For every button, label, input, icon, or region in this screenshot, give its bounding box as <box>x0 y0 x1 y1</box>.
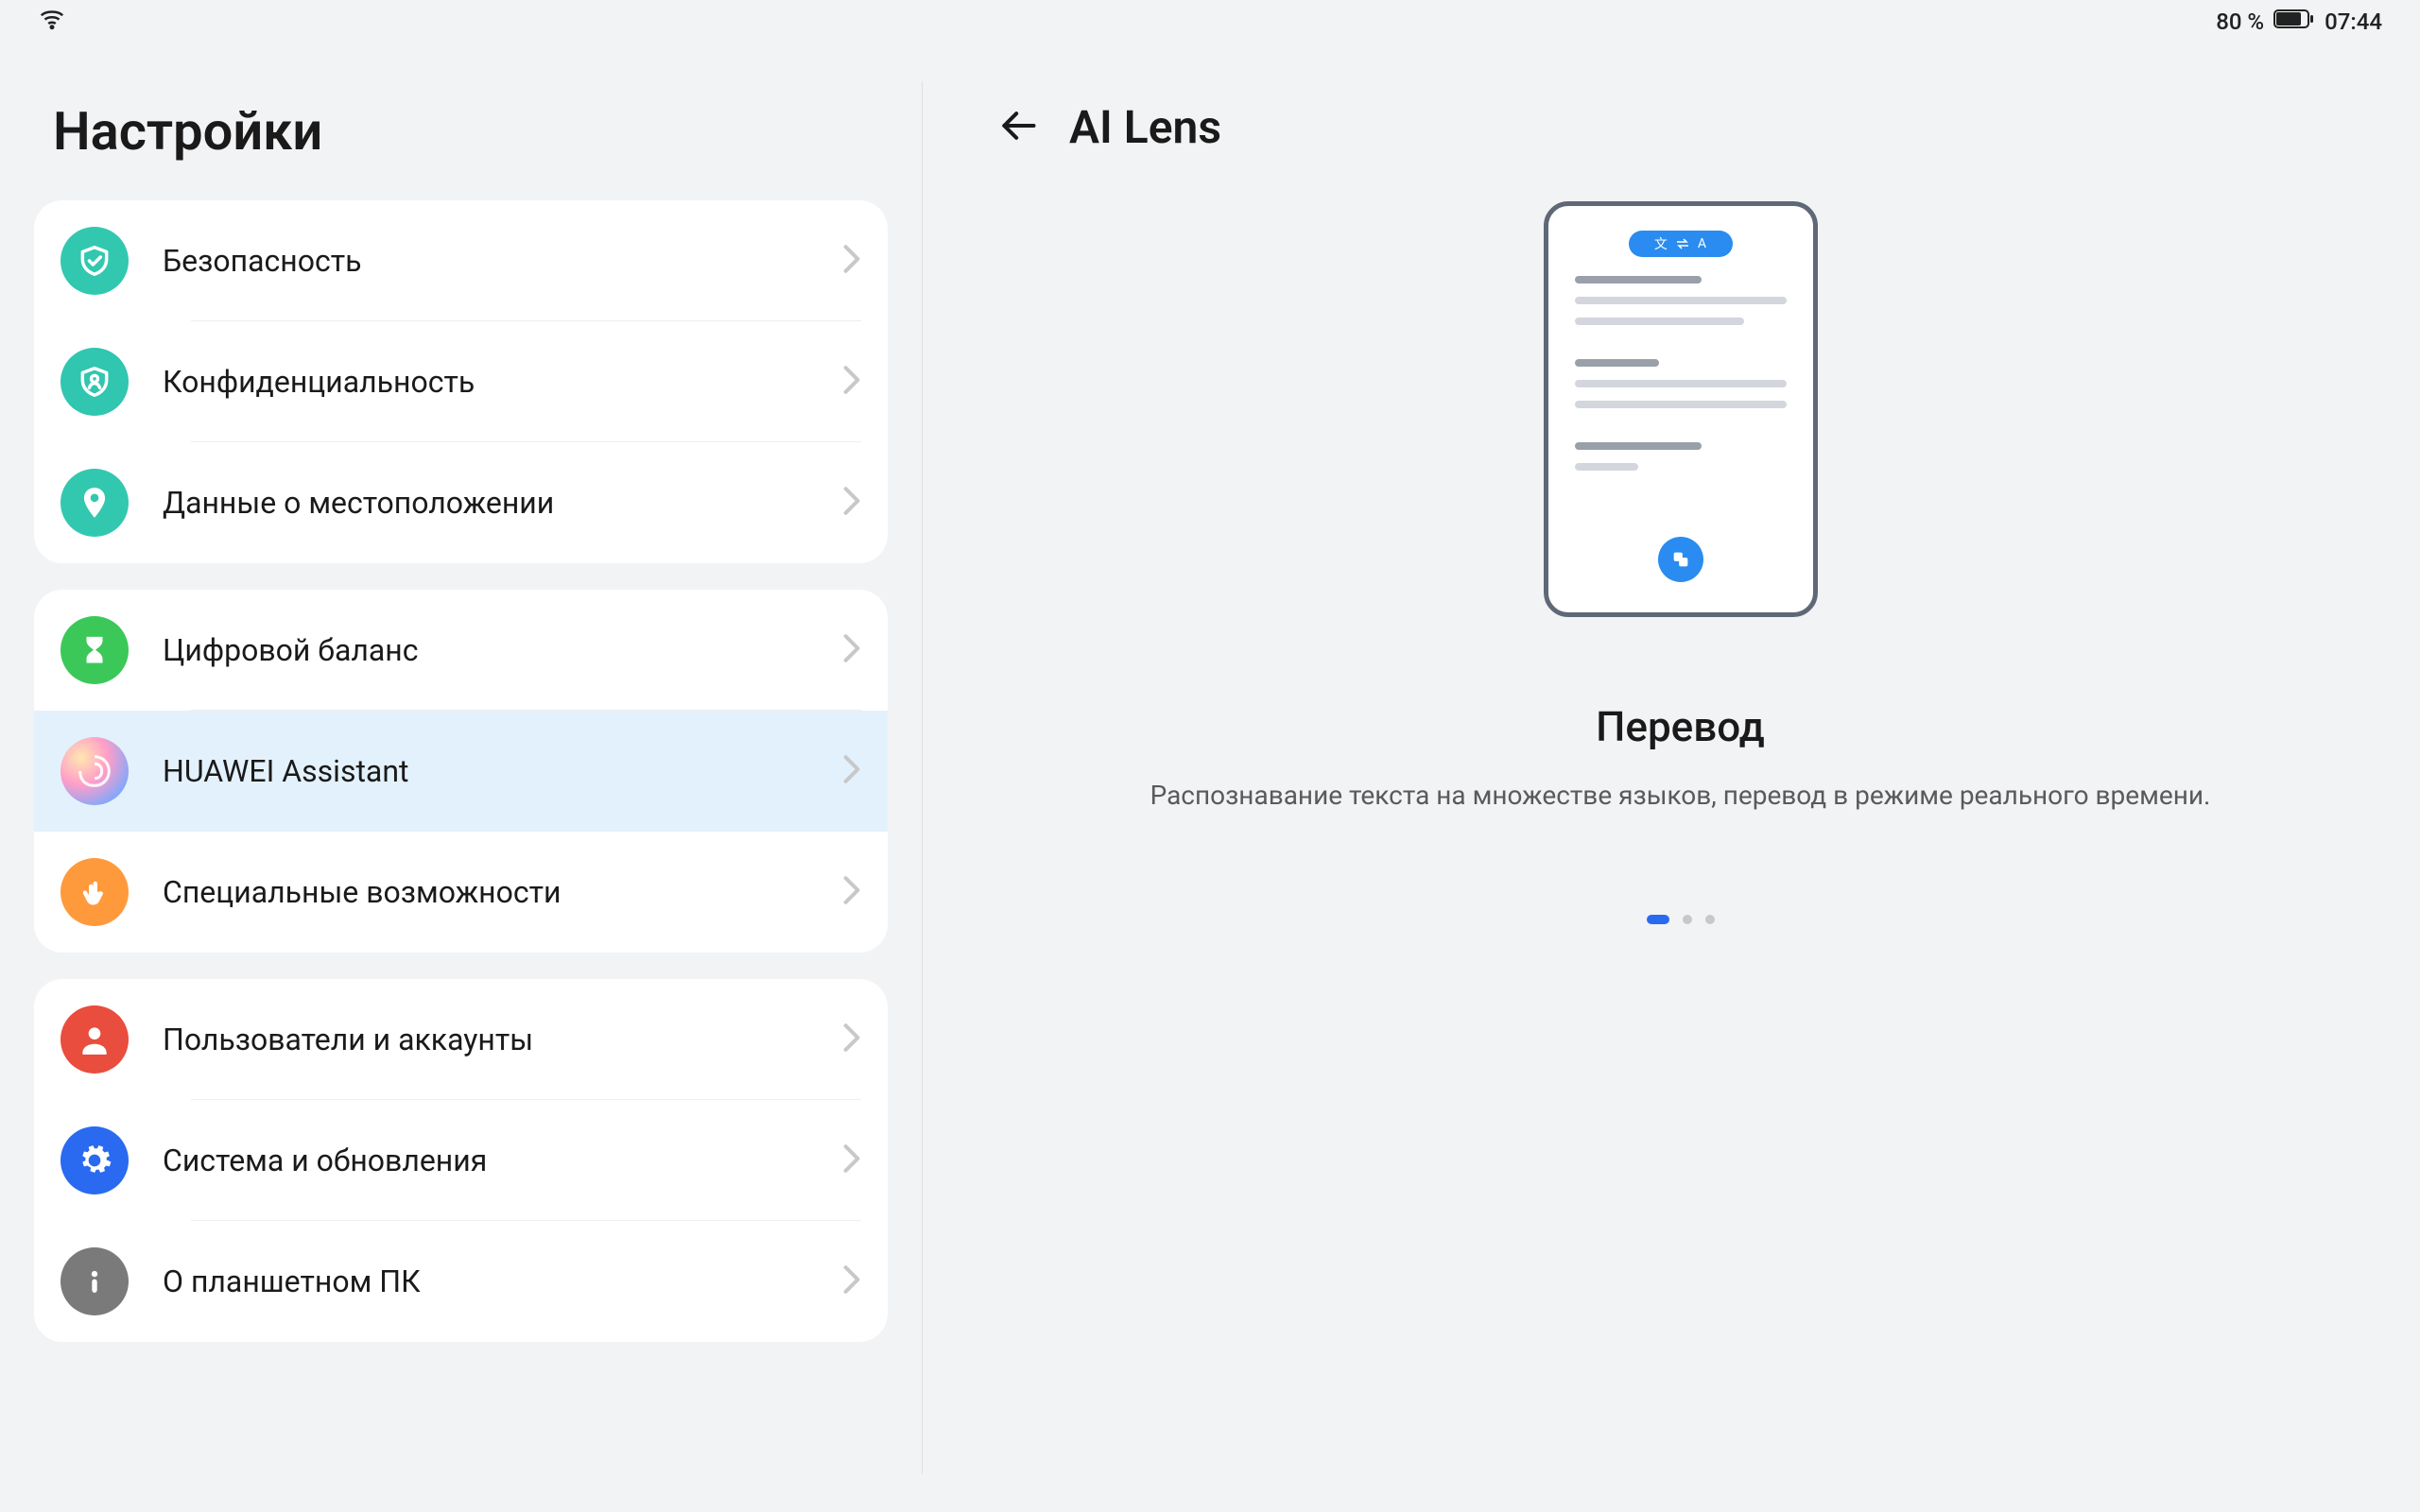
chevron-right-icon <box>842 1143 861 1177</box>
sidebar-item-label: Безопасность <box>163 243 842 279</box>
sidebar-item-privacy[interactable]: Конфиденциальность <box>34 321 888 442</box>
detail-title: AI Lens <box>1069 100 1221 154</box>
translate-pill-icon: 文 A <box>1629 231 1733 257</box>
sidebar-item-label: Пользователи и аккаунты <box>163 1022 842 1057</box>
settings-group: Безопасность Конфиденциальность Данные о м… <box>34 200 888 563</box>
feature-carousel[interactable]: 文 A <box>997 192 2363 1512</box>
sidebar-item-location[interactable]: Данные о местоположении <box>34 442 888 563</box>
pane-divider <box>922 81 923 1474</box>
chevron-right-icon <box>842 365 861 399</box>
settings-group: Пользователи и аккаунты Система и обновле… <box>34 979 888 1342</box>
page-title: Настройки <box>53 100 888 163</box>
shield-check-icon <box>60 227 129 295</box>
location-icon <box>60 469 129 537</box>
status-bar: 80 % 07:44 <box>0 0 2420 43</box>
chevron-right-icon <box>842 633 861 667</box>
chevron-right-icon <box>842 1264 861 1298</box>
battery-percent: 80 % <box>2216 9 2264 35</box>
settings-sidebar: Настройки Безопасность Конфиденциальность… <box>0 43 922 1512</box>
sidebar-item-accessibility[interactable]: Специальные возможности <box>34 832 888 953</box>
info-icon <box>60 1247 129 1315</box>
carousel-dots[interactable] <box>1647 915 1715 924</box>
sidebar-item-users-accounts[interactable]: Пользователи и аккаунты <box>34 979 888 1100</box>
sidebar-item-digital-balance[interactable]: Цифровой баланс <box>34 590 888 711</box>
carousel-dot-1[interactable] <box>1683 915 1692 924</box>
sidebar-item-about-tablet[interactable]: О планшетном ПК <box>34 1221 888 1342</box>
battery-icon <box>2273 9 2315 35</box>
sidebar-item-huawei-assistant[interactable]: HUAWEI Assistant <box>34 711 888 832</box>
chevron-right-icon <box>842 875 861 909</box>
carousel-description: Распознавание текста на множестве языков… <box>1150 780 2211 811</box>
chevron-right-icon <box>842 1022 861 1057</box>
carousel-heading: Перевод <box>1596 702 1765 751</box>
person-icon <box>60 1005 129 1074</box>
chevron-right-icon <box>842 244 861 278</box>
carousel-dot-0[interactable] <box>1647 915 1669 924</box>
carousel-dot-2[interactable] <box>1705 915 1715 924</box>
privacy-icon <box>60 348 129 416</box>
sidebar-item-label: Цифровой баланс <box>163 632 842 668</box>
sidebar-item-security[interactable]: Безопасность <box>34 200 888 321</box>
translate-fab-icon <box>1658 537 1703 582</box>
chevron-right-icon <box>842 754 861 788</box>
wifi-icon <box>38 5 66 39</box>
sidebar-item-system-updates[interactable]: Система и обновления <box>34 1100 888 1221</box>
sidebar-item-label: Система и обновления <box>163 1143 842 1178</box>
sidebar-item-label: Данные о местоположении <box>163 485 842 521</box>
sidebar-item-label: Конфиденциальность <box>163 364 842 400</box>
gear-icon <box>60 1126 129 1194</box>
sidebar-item-label: Специальные возможности <box>163 874 842 910</box>
swirl-icon <box>60 737 129 805</box>
chevron-right-icon <box>842 486 861 520</box>
detail-pane: AI Lens 文 A <box>922 43 2420 1512</box>
clock: 07:44 <box>2325 9 2382 35</box>
settings-group: Цифровой баланс HUAWEI Assistant Специальн… <box>34 590 888 953</box>
sidebar-item-label: HUAWEI Assistant <box>163 753 842 789</box>
sidebar-item-label: О планшетном ПК <box>163 1263 842 1299</box>
feature-illustration: 文 A <box>1544 201 1818 617</box>
hourglass-icon <box>60 616 129 684</box>
back-button[interactable] <box>997 105 1039 150</box>
touch-icon <box>60 858 129 926</box>
